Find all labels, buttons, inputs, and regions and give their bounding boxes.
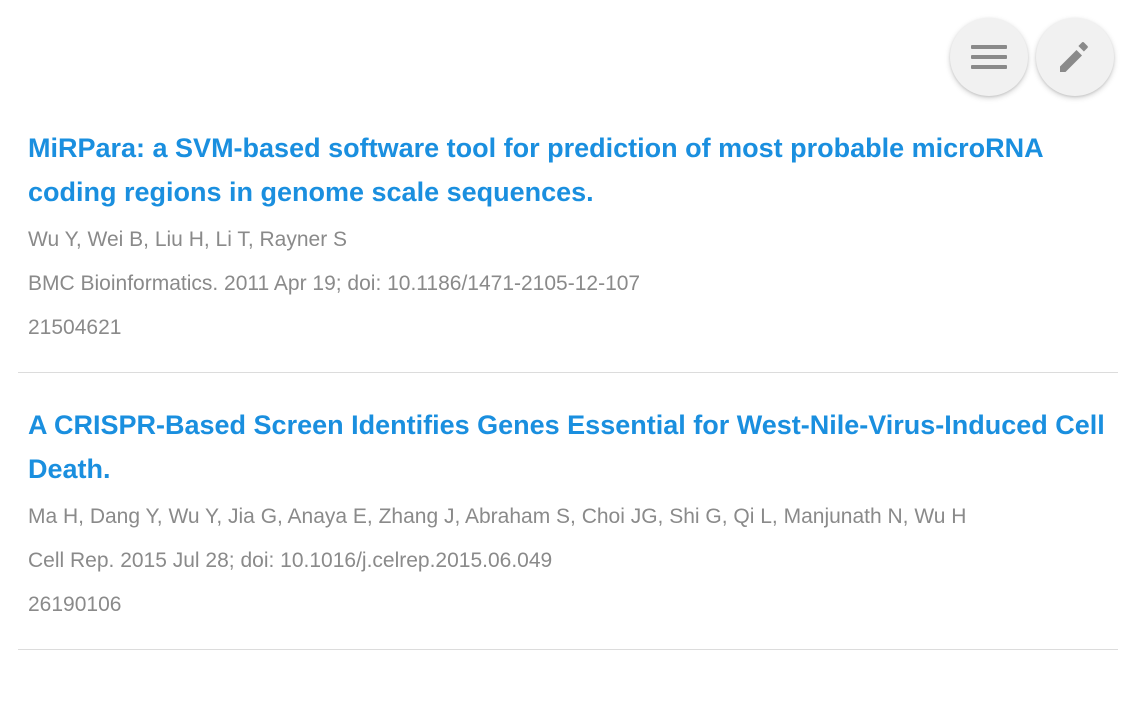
edit-button[interactable]	[1036, 18, 1114, 96]
menu-icon	[971, 45, 1007, 69]
publication-citation: BMC Bioinformatics. 2011 Apr 19; doi: 10…	[28, 272, 641, 295]
pencil-icon	[1060, 42, 1090, 72]
publication-pmid: 21504621	[28, 316, 122, 339]
publications-page: MiRPara: a SVM-based software tool for p…	[0, 0, 1144, 718]
publication-item: MiRPara: a SVM-based software tool for p…	[18, 96, 1118, 373]
publication-title-link[interactable]: A CRISPR-Based Screen Identifies Genes E…	[28, 403, 1108, 491]
publication-pmid: 26190106	[28, 593, 122, 616]
publication-authors: Wu Y, Wei B, Liu H, Li T, Rayner S	[28, 228, 348, 251]
publication-title-link[interactable]: MiRPara: a SVM-based software tool for p…	[28, 126, 1108, 214]
publication-list: MiRPara: a SVM-based software tool for p…	[18, 96, 1118, 650]
publication-citation: Cell Rep. 2015 Jul 28; doi: 10.1016/j.ce…	[28, 549, 553, 572]
publication-item: A CRISPR-Based Screen Identifies Genes E…	[18, 373, 1118, 650]
floating-action-bar	[950, 18, 1114, 96]
publication-authors: Ma H, Dang Y, Wu Y, Jia G, Anaya E, Zhan…	[28, 505, 967, 528]
menu-button[interactable]	[950, 18, 1028, 96]
